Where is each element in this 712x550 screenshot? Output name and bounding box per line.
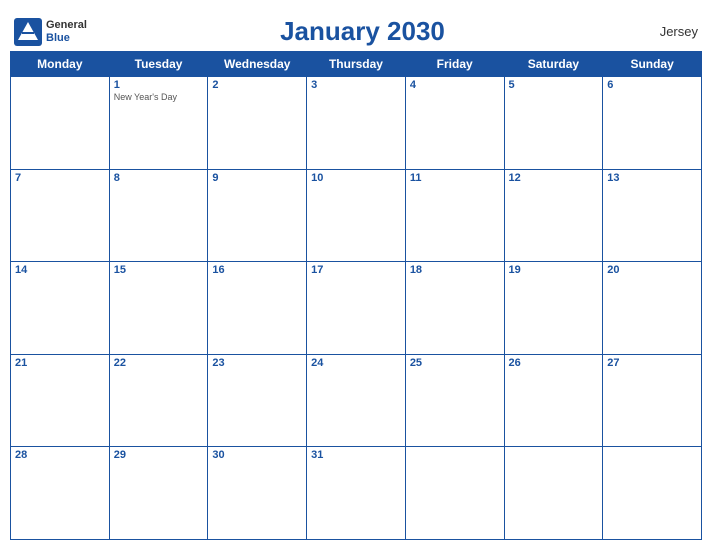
day-number: 17: [311, 264, 401, 276]
calendar-cell: 29: [109, 447, 208, 540]
calendar-cell: 11: [405, 169, 504, 262]
logo-general-text: General: [46, 19, 87, 31]
day-number: 30: [212, 449, 302, 461]
day-number: 21: [15, 357, 105, 369]
calendar-cell: 16: [208, 262, 307, 355]
month-title: January 2030: [87, 16, 638, 47]
weekday-header-row: Monday Tuesday Wednesday Thursday Friday…: [11, 52, 702, 77]
calendar-cell: 7: [11, 169, 110, 262]
calendar-table: Monday Tuesday Wednesday Thursday Friday…: [10, 51, 702, 540]
calendar-week-row: 14 15 16 17 18 19 20: [11, 262, 702, 355]
col-thursday: Thursday: [307, 52, 406, 77]
calendar-cell: 31: [307, 447, 406, 540]
day-number: 10: [311, 172, 401, 184]
day-number: 3: [311, 79, 401, 91]
day-number: 22: [114, 357, 204, 369]
day-number: 1: [114, 79, 204, 91]
calendar-cell: 5: [504, 77, 603, 170]
calendar-cell: 25: [405, 354, 504, 447]
calendar-cell: 26: [504, 354, 603, 447]
calendar-cell: 9: [208, 169, 307, 262]
calendar-cell: 14: [11, 262, 110, 355]
day-number: 20: [607, 264, 697, 276]
calendar-week-row: 28 29 30 31: [11, 447, 702, 540]
calendar-cell: 17: [307, 262, 406, 355]
calendar-cell: [405, 447, 504, 540]
calendar-cell: 30: [208, 447, 307, 540]
col-wednesday: Wednesday: [208, 52, 307, 77]
logo-icon: [14, 18, 42, 46]
calendar-cell: 8: [109, 169, 208, 262]
day-number: 25: [410, 357, 500, 369]
calendar-cell: 20: [603, 262, 702, 355]
day-number: 27: [607, 357, 697, 369]
calendar-cell: 15: [109, 262, 208, 355]
calendar-cell: 13: [603, 169, 702, 262]
logo-blue-text: Blue: [46, 32, 87, 44]
calendar-cell: 18: [405, 262, 504, 355]
calendar-cell: 4: [405, 77, 504, 170]
calendar-cell: 6: [603, 77, 702, 170]
calendar-cell: 12: [504, 169, 603, 262]
calendar-cell: 19: [504, 262, 603, 355]
day-number: 12: [509, 172, 599, 184]
day-number: 2: [212, 79, 302, 91]
calendar-cell: 21: [11, 354, 110, 447]
day-number: 6: [607, 79, 697, 91]
col-monday: Monday: [11, 52, 110, 77]
day-number: 28: [15, 449, 105, 461]
calendar-cell: 22: [109, 354, 208, 447]
day-number: 5: [509, 79, 599, 91]
calendar-cell: [11, 77, 110, 170]
calendar-cell: 24: [307, 354, 406, 447]
col-sunday: Sunday: [603, 52, 702, 77]
day-number: 9: [212, 172, 302, 184]
col-saturday: Saturday: [504, 52, 603, 77]
day-number: 18: [410, 264, 500, 276]
day-number: 14: [15, 264, 105, 276]
day-number: 11: [410, 172, 500, 184]
col-friday: Friday: [405, 52, 504, 77]
day-number: 19: [509, 264, 599, 276]
day-number: 4: [410, 79, 500, 91]
day-number: 7: [15, 172, 105, 184]
calendar-week-row: 1New Year's Day 23456: [11, 77, 702, 170]
calendar-cell: [603, 447, 702, 540]
calendar-cell: 27: [603, 354, 702, 447]
day-number: 31: [311, 449, 401, 461]
day-number: 15: [114, 264, 204, 276]
calendar-cell: 10: [307, 169, 406, 262]
calendar-week-row: 789 10 11 12 13: [11, 169, 702, 262]
region-label: Jersey: [638, 24, 698, 39]
day-number: 16: [212, 264, 302, 276]
calendar-cell: 2: [208, 77, 307, 170]
calendar-week-row: 21 22 23 24 25 26 27: [11, 354, 702, 447]
day-number: 13: [607, 172, 697, 184]
day-number: 23: [212, 357, 302, 369]
day-number: 24: [311, 357, 401, 369]
calendar-cell: [504, 447, 603, 540]
calendar-header: General Blue January 2030 Jersey: [10, 10, 702, 51]
logo-text: General Blue: [46, 19, 87, 43]
day-number: 29: [114, 449, 204, 461]
col-tuesday: Tuesday: [109, 52, 208, 77]
calendar-cell: 3: [307, 77, 406, 170]
logo: General Blue: [14, 18, 87, 46]
calendar-cell: 28: [11, 447, 110, 540]
day-number: 8: [114, 172, 204, 184]
calendar-cell: 1New Year's Day: [109, 77, 208, 170]
day-number: 26: [509, 357, 599, 369]
calendar-body: 1New Year's Day2345678910111213141516171…: [11, 77, 702, 540]
calendar-cell: 23: [208, 354, 307, 447]
holiday-label: New Year's Day: [114, 92, 204, 102]
